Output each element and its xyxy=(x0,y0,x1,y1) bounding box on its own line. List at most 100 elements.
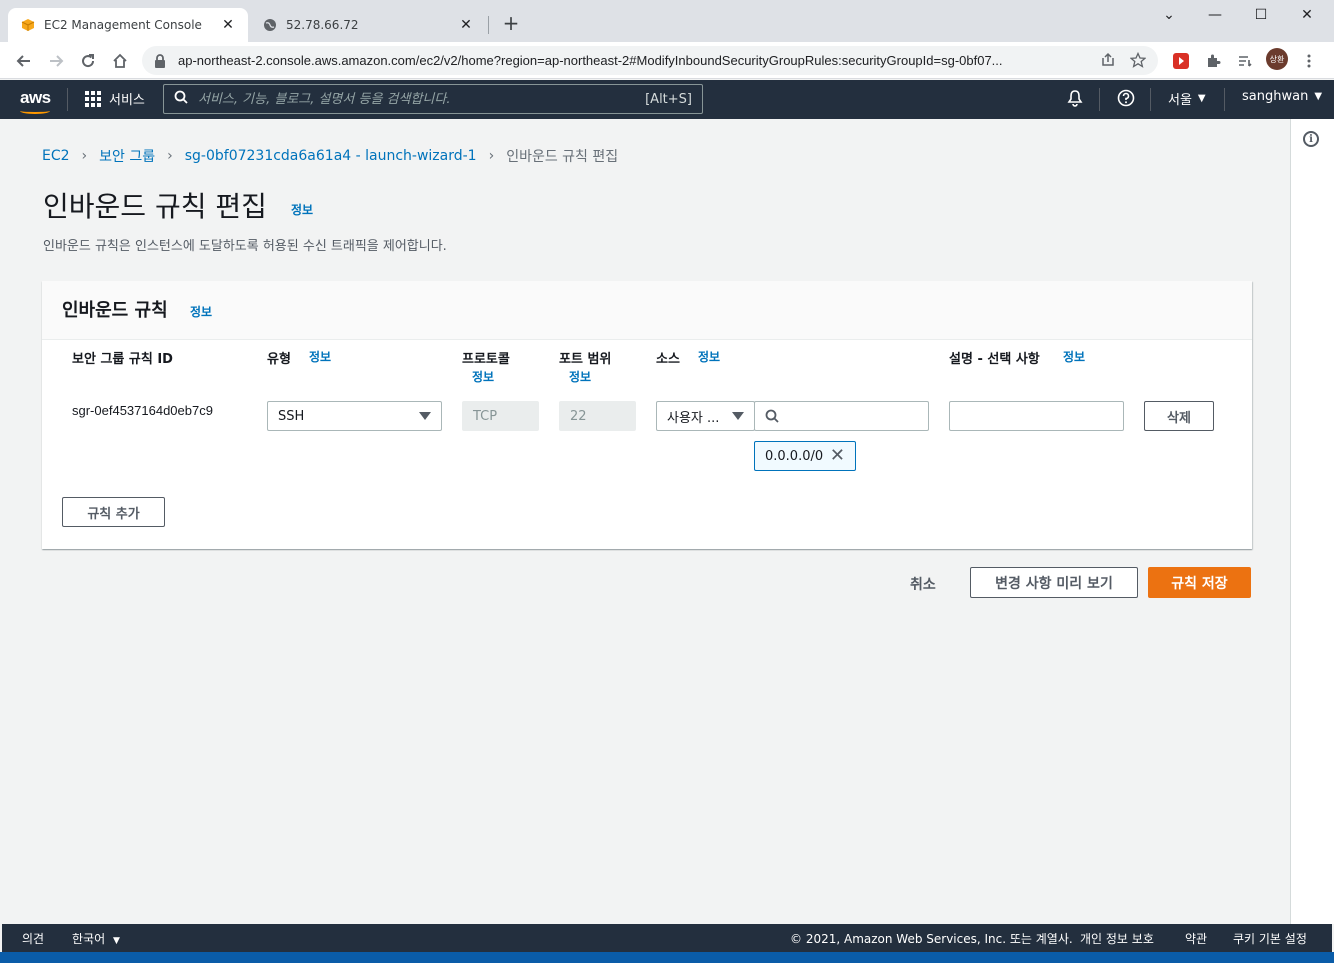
delete-rule-button[interactable]: 삭제 xyxy=(1144,401,1214,431)
rule-id-value: sgr-0ef4537164d0eb7c9 xyxy=(72,403,213,418)
breadcrumb-security-group[interactable]: sg-0bf07231cda6a61a4 - launch-wizard-1 xyxy=(185,148,477,164)
breadcrumb: EC2 › 보안 그룹 › sg-0bf07231cda6a61a4 - lau… xyxy=(42,146,618,166)
col-header-port-range: 포트 범위 xyxy=(559,352,612,367)
caret-down-icon: ▼ xyxy=(112,936,120,946)
reload-icon[interactable] xyxy=(75,48,101,74)
cancel-button[interactable]: 취소 xyxy=(910,574,936,594)
port-range-field: 22 xyxy=(559,401,636,431)
protocol-info-link[interactable]: 정보 xyxy=(472,368,494,385)
col-header-type: 유형 xyxy=(267,352,291,367)
reading-list-icon[interactable] xyxy=(1234,50,1256,72)
tab-ip[interactable]: 52.78.66.72 ✕ xyxy=(250,8,486,42)
tab-title: 52.78.66.72 xyxy=(286,18,359,32)
preview-changes-button[interactable]: 변경 사항 미리 보기 xyxy=(970,567,1138,598)
maximize-icon[interactable]: ☐ xyxy=(1238,4,1284,26)
services-label: 서비스 xyxy=(109,93,145,108)
close-window-icon[interactable]: ✕ xyxy=(1284,4,1330,26)
aws-cube-icon xyxy=(20,17,36,33)
region-selector[interactable]: 서울 ▼ xyxy=(1168,89,1206,108)
browser-tab-bar: EC2 Management Console ✕ 52.78.66.72 ✕ +… xyxy=(0,0,1334,42)
tab-separator xyxy=(488,16,489,34)
protocol-value: TCP xyxy=(473,408,498,424)
menu-kebab-icon[interactable] xyxy=(1298,50,1320,72)
col-header-source: 소스 xyxy=(656,352,680,367)
share-icon[interactable] xyxy=(1100,52,1116,72)
breadcrumb-security-groups[interactable]: 보안 그룹 xyxy=(99,146,155,166)
profile-avatar[interactable]: 상환 xyxy=(1266,48,1288,70)
lock-icon xyxy=(154,53,168,68)
back-icon[interactable] xyxy=(11,48,37,74)
caret-down-icon: ▼ xyxy=(1197,93,1206,104)
terms-link[interactable]: 약관 xyxy=(1185,930,1207,947)
bookmark-star-icon[interactable] xyxy=(1129,51,1147,72)
grid-icon xyxy=(85,90,101,107)
new-tab-icon[interactable]: + xyxy=(500,12,522,36)
extension-red-icon[interactable] xyxy=(1170,50,1192,72)
chevron-right-icon: › xyxy=(488,148,495,164)
nav-divider xyxy=(1150,88,1151,111)
url-text: ap-northeast-2.console.aws.amazon.com/ec… xyxy=(178,53,1003,68)
protocol-field: TCP xyxy=(462,401,539,431)
user-label: sanghwan xyxy=(1242,89,1309,104)
services-menu[interactable]: 서비스 xyxy=(85,89,145,108)
search-shortcut: [Alt+S] xyxy=(645,91,692,107)
col-header-rule-id: 보안 그룹 규칙 ID xyxy=(72,352,173,367)
panel-info-link[interactable]: 정보 xyxy=(190,303,212,320)
close-tab-icon[interactable]: ✕ xyxy=(220,17,236,33)
tab-title: EC2 Management Console xyxy=(44,18,202,32)
address-bar[interactable]: ap-northeast-2.console.aws.amazon.com/ec… xyxy=(142,46,1158,75)
aws-search-box[interactable]: [Alt+S] xyxy=(163,84,703,114)
caret-down-icon xyxy=(732,412,744,420)
notifications-bell-icon[interactable] xyxy=(1067,89,1083,107)
tab-search-icon[interactable]: ⌄ xyxy=(1146,4,1192,26)
aws-logo[interactable]: aws xyxy=(20,88,51,114)
os-taskbar xyxy=(0,952,1334,963)
close-tab-icon[interactable]: ✕ xyxy=(458,17,474,33)
source-info-link[interactable]: 정보 xyxy=(698,348,720,365)
help-icon[interactable] xyxy=(1117,89,1135,107)
caret-down-icon: ▼ xyxy=(1314,91,1323,102)
type-info-link[interactable]: 정보 xyxy=(309,348,331,365)
globe-icon xyxy=(262,17,278,33)
home-icon[interactable] xyxy=(107,48,133,74)
col-header-description: 설명 - 선택 사항 xyxy=(949,352,1040,367)
cidr-token: 0.0.0.0/0 ✕ xyxy=(754,441,856,471)
copyright-text: © 2021, Amazon Web Services, Inc. 또는 계열사… xyxy=(790,932,1073,946)
add-rule-button[interactable]: 규칙 추가 xyxy=(62,497,165,527)
inbound-rules-panel: 인바운드 규칙 정보 보안 그룹 규칙 ID 유형 정보 프로토콜 정보 포트 … xyxy=(42,281,1252,549)
info-icon[interactable]: i xyxy=(1303,131,1319,147)
type-value: SSH xyxy=(278,408,305,424)
chevron-right-icon: › xyxy=(167,148,173,164)
col-header-protocol: 프로토콜 xyxy=(462,352,510,367)
language-label: 한국어 xyxy=(72,932,106,946)
breadcrumb-ec2[interactable]: EC2 xyxy=(42,148,70,164)
forward-icon[interactable] xyxy=(43,48,69,74)
chevron-right-icon: › xyxy=(81,148,88,164)
footer: 의견 한국어 ▼ © 2021, Amazon Web Services, In… xyxy=(2,924,1332,952)
language-selector[interactable]: 한국어 ▼ xyxy=(72,930,120,947)
tools-panel: i xyxy=(1290,119,1334,924)
tab-ec2-console[interactable]: EC2 Management Console ✕ xyxy=(8,8,248,42)
port-info-link[interactable]: 정보 xyxy=(569,368,591,385)
nav-divider xyxy=(1099,88,1100,111)
source-type-select[interactable]: 사용자 ... xyxy=(656,401,755,431)
aws-logo-text: aws xyxy=(20,88,51,107)
page-info-link[interactable]: 정보 xyxy=(291,201,313,218)
feedback-link[interactable]: 의견 xyxy=(22,930,44,947)
caret-down-icon xyxy=(419,412,431,420)
minimize-icon[interactable]: — xyxy=(1192,4,1238,26)
description-info-link[interactable]: 정보 xyxy=(1063,348,1085,365)
account-menu[interactable]: sanghwan ▼ xyxy=(1242,89,1322,104)
aws-smile-icon xyxy=(20,108,50,114)
extensions-puzzle-icon[interactable] xyxy=(1202,50,1224,72)
privacy-link[interactable]: 개인 정보 보호 xyxy=(1080,930,1154,947)
search-icon xyxy=(174,90,188,108)
remove-token-icon[interactable]: ✕ xyxy=(830,447,845,465)
type-select[interactable]: SSH xyxy=(267,401,442,431)
description-input[interactable] xyxy=(949,401,1124,431)
page-description: 인바운드 규칙은 인스턴스에 도달하도록 허용된 수신 트래픽을 제어합니다. xyxy=(43,239,447,254)
source-search-input[interactable] xyxy=(754,401,929,431)
save-rules-button[interactable]: 규칙 저장 xyxy=(1148,567,1251,598)
search-input[interactable] xyxy=(198,91,646,107)
cookie-preferences-link[interactable]: 쿠키 기본 설정 xyxy=(1233,930,1307,947)
